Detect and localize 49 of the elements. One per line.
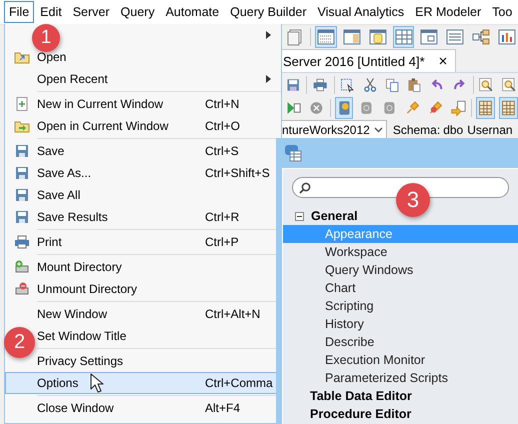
menu-item[interactable]: Unmount Directory [5,278,281,300]
menu[interactable]: ER Modeler [410,1,486,23]
editor-tab[interactable]: Server 2016 [Untitled 4]* × [280,49,456,72]
menu[interactable]: Query Builder [225,1,312,23]
menu-item[interactable]: Save Ctrl+S [5,140,281,162]
table-icon[interactable] [314,26,337,48]
tree-item[interactable]: Query Windows [283,261,518,279]
database-window-icon [284,144,302,162]
printer-icon [14,234,30,250]
menu[interactable]: Automate [160,1,224,23]
mouse-pointer-icon [90,373,104,393]
menu-item[interactable]: Save As... Ctrl+Shift+S [5,162,281,184]
search-icon [299,182,311,194]
results-grid-icon[interactable] [499,96,518,118]
submenu-arrow-icon[interactable] [266,75,271,83]
username-label: Usernan [467,123,513,137]
tree-item[interactable]: Workspace [283,243,518,261]
menu[interactable]: Query [116,1,160,23]
new-document-icon [14,96,30,112]
menu-item[interactable]: Save All [5,184,281,206]
menu[interactable]: File [4,1,34,23]
collapse-icon[interactable] [295,212,304,220]
schema-value[interactable]: dbo [443,123,464,137]
close-icon[interactable]: × [438,52,448,70]
tree-item[interactable]: Describe [283,333,518,351]
grid-icon[interactable] [392,26,414,48]
tree-item[interactable]: Table Data Editor [283,387,518,405]
tree-item[interactable]: Parameterized Scripts [283,369,518,387]
tree-item[interactable]: Procedure Editor [283,405,518,423]
menu-item[interactable]: New in Current Window Ctrl+N [5,93,281,115]
tree-item[interactable]: History [283,315,518,333]
menu-item[interactable]: Save Results Ctrl+R [5,206,281,228]
tree-item[interactable]: Execution Monitor [283,351,518,369]
submenu-arrow-icon[interactable] [266,31,271,39]
drive-icon [14,281,30,297]
menu-item[interactable]: Open in Current Window Ctrl+O [5,115,281,137]
tree-item[interactable]: Chart [283,279,518,297]
menu[interactable]: Server [68,1,115,23]
menu[interactable]: Edit [35,1,67,23]
menu-item[interactable]: Open Recent [5,68,281,90]
menu-item[interactable]: Print Ctrl+P [5,231,281,253]
chevron-down-icon [374,127,383,133]
menu[interactable]: Visual Analytics [312,1,410,23]
results-grid-icon[interactable] [476,96,496,118]
drive-icon [14,259,30,275]
schema-label: Schema: [392,123,440,137]
menu[interactable]: Too [487,1,518,23]
menu-item[interactable]: Mount Directory [5,256,281,278]
tree-item[interactable]: Scripting [283,297,518,315]
